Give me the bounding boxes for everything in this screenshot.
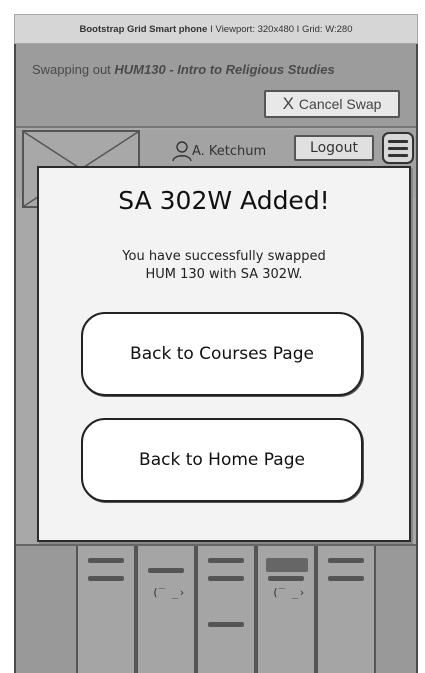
toolbar-tab[interactable]	[76, 546, 136, 673]
cancel-swap-button[interactable]: X Cancel Swap	[264, 90, 400, 118]
logout-button[interactable]: Logout	[294, 135, 374, 161]
swap-text: Swapping out HUM130 - Intro to Religious…	[32, 62, 335, 77]
toolbar-tab[interactable]: (‾ ̲›	[136, 546, 196, 673]
modal-title: SA 302W Added!	[118, 186, 330, 215]
modal-message: You have successfully swapped HUM 130 wi…	[39, 248, 409, 284]
toolbar-tab[interactable]	[196, 546, 256, 673]
modal-message-line1: You have successfully swapped	[122, 249, 326, 264]
refresh-icon: (‾ ̲›	[272, 586, 306, 599]
back-to-home-button[interactable]: Back to Home Page	[81, 418, 363, 502]
swap-prefix: Swapping out	[32, 62, 115, 77]
swap-course: HUM130 - Intro to Religious Studies	[114, 62, 335, 77]
modal-message-line2: HUM 130 with SA 302W.	[145, 267, 303, 282]
back-to-courses-button[interactable]: Back to Courses Page	[81, 312, 363, 396]
user-name: A. Ketchum	[192, 143, 267, 159]
bottom-toolbar: (‾ ̲› (‾ ̲›	[16, 544, 416, 673]
toolbar-tab-active[interactable]: (‾ ̲›	[256, 546, 316, 673]
cancel-swap-label: Cancel Swap	[298, 96, 382, 112]
device-meta: I Viewport: 320x480 I Grid: W:280	[210, 23, 353, 35]
device-header: Bootstrap Grid Smart phone I Viewport: 3…	[14, 14, 418, 44]
user-profile[interactable]: A. Ketchum	[172, 138, 266, 164]
confirmation-modal: SA 302W Added! You have successfully swa…	[37, 166, 411, 542]
swap-banner: Swapping out HUM130 - Intro to Religious…	[16, 44, 416, 128]
toolbar-tab[interactable]	[316, 546, 376, 673]
refresh-icon: (‾ ̲›	[152, 586, 186, 599]
device-title: Bootstrap Grid Smart phone	[79, 23, 208, 35]
close-icon: X	[282, 94, 294, 113]
menu-icon[interactable]	[382, 132, 414, 164]
user-icon	[172, 141, 192, 162]
